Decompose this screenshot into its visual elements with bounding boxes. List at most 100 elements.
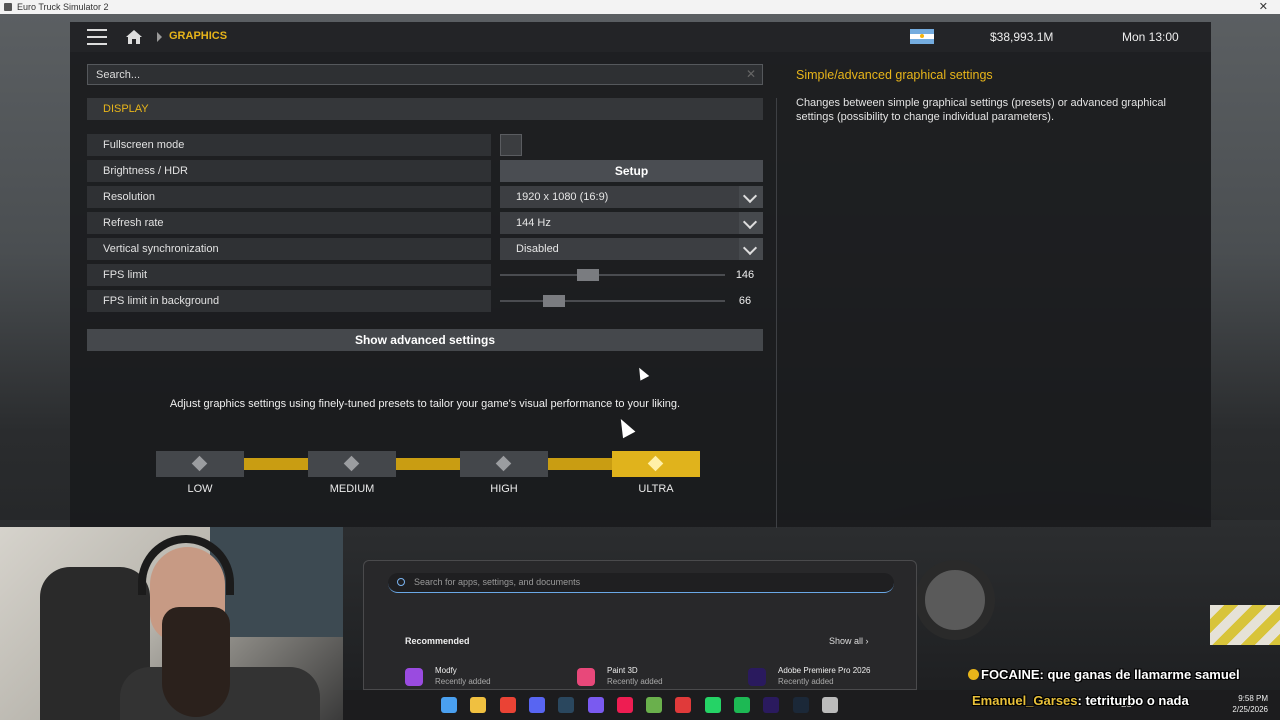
app-subtitle: Recently added: [435, 677, 491, 686]
recommended-app-modfy[interactable]: Modfy Recently added: [405, 666, 555, 688]
fps-limit-slider[interactable]: [500, 264, 725, 286]
setting-label: Refresh rate: [87, 212, 491, 234]
taskbar-date[interactable]: 2/25/2026: [1208, 705, 1268, 714]
chat-text: : que ganas de llamarme samuel: [1039, 667, 1240, 682]
file-explorer-icon[interactable]: [470, 697, 487, 713]
chevron-down-icon[interactable]: [739, 212, 763, 234]
chat-username: FOCAINE: [981, 667, 1040, 682]
record-icon[interactable]: [675, 697, 692, 713]
taskbar-time[interactable]: 9:58 PM: [1208, 694, 1268, 703]
setting-label: Brightness / HDR: [87, 160, 491, 182]
clear-icon[interactable]: ✕: [746, 67, 756, 81]
whatsapp-icon[interactable]: [704, 697, 721, 713]
preset-ultra[interactable]: [612, 451, 700, 477]
steam-icon-2[interactable]: [792, 697, 809, 713]
setting-row-brightness: Brightness / HDR Setup: [87, 160, 763, 182]
slider-track: [500, 300, 725, 302]
chat-text: : tetriturbo o nada: [1077, 693, 1189, 708]
window-title: Euro Truck Simulator 2: [17, 2, 109, 12]
fullscreen-checkbox[interactable]: [500, 134, 522, 156]
setting-row-vsync: Vertical synchronization Disabled: [87, 238, 763, 260]
recommended-app-paint3d[interactable]: Paint 3D Recently added: [577, 666, 727, 688]
dropdown-value: 1920 x 1080 (16:9): [516, 191, 609, 203]
resolution-dropdown[interactable]: 1920 x 1080 (16:9): [500, 186, 763, 208]
chat-badge-icon: [968, 669, 979, 680]
dropdown-value: 144 Hz: [516, 217, 551, 229]
chrome-icon[interactable]: [499, 697, 516, 713]
windows-start-icon[interactable]: [441, 697, 457, 713]
chevron-right-icon: [157, 32, 162, 42]
chat-message: FOCAINE: que ganas de llamarme samuel: [968, 667, 1240, 682]
setting-row-resolution: Resolution 1920 x 1080 (16:9): [87, 186, 763, 208]
app-name: Modfy: [435, 666, 457, 675]
webcam-overlay: [0, 527, 343, 720]
webcam-beard: [162, 607, 230, 717]
breadcrumb[interactable]: GRAPHICS: [169, 30, 227, 42]
section-header-display: DISPLAY: [87, 98, 763, 120]
top-bar: GRAPHICS $38,993.1M Mon 13:00: [70, 22, 1211, 52]
settings-icon[interactable]: [821, 697, 838, 713]
setting-row-refresh-rate: Refresh rate 144 Hz: [87, 212, 763, 234]
chevron-down-icon[interactable]: [739, 186, 763, 208]
dropdown-value: Disabled: [516, 243, 559, 255]
setting-label: Vertical synchronization: [87, 238, 491, 260]
preset-label-ultra: ULTRA: [638, 483, 674, 495]
show-advanced-settings-button[interactable]: Show advanced settings: [87, 329, 763, 351]
spotify-icon[interactable]: [734, 697, 750, 713]
hazard-stripe: [1210, 605, 1280, 645]
preset-selector: [156, 451, 701, 477]
preset-medium[interactable]: [308, 451, 396, 477]
help-title: Simple/advanced graphical settings: [796, 68, 993, 82]
money-display: $38,993.1M: [990, 30, 1054, 44]
start-search-input[interactable]: Search for apps, settings, and documents: [388, 573, 894, 593]
start-menu: Search for apps, settings, and documents…: [363, 560, 917, 690]
setting-label: Resolution: [87, 186, 491, 208]
show-all-button[interactable]: Show all ›: [829, 636, 869, 646]
apps-grid-icon[interactable]: [587, 697, 604, 713]
recommended-heading: Recommended: [405, 636, 470, 646]
chevron-down-icon[interactable]: [739, 238, 763, 260]
premiere-icon: [748, 668, 766, 686]
vsync-dropdown[interactable]: Disabled: [500, 238, 763, 260]
search-input[interactable]: Search... ✕: [87, 64, 763, 85]
refresh-rate-dropdown[interactable]: 144 Hz: [500, 212, 763, 234]
game-clock: Mon 13:00: [1122, 30, 1179, 44]
preset-label-medium: MEDIUM: [329, 483, 375, 495]
diamond-icon: [191, 455, 208, 472]
slider-track: [500, 274, 725, 276]
premiere-icon[interactable]: [763, 697, 780, 713]
search-placeholder: Search...: [96, 68, 141, 81]
slider-thumb[interactable]: [577, 269, 599, 281]
graphics-settings-panel: GRAPHICS $38,993.1M Mon 13:00 Search... …: [70, 22, 1211, 528]
setting-label: Fullscreen mode: [87, 134, 491, 156]
slider-value: 66: [738, 295, 752, 307]
setup-button[interactable]: Setup: [500, 160, 763, 182]
diamond-icon: [495, 455, 512, 472]
hamburger-menu-icon[interactable]: [87, 29, 107, 45]
preset-high[interactable]: [460, 451, 548, 477]
discord-icon[interactable]: [528, 697, 545, 713]
recommended-app-premiere[interactable]: Adobe Premiere Pro 2026 Recently added: [748, 666, 898, 688]
start-search-placeholder: Search for apps, settings, and documents: [414, 577, 581, 587]
slider-thumb[interactable]: [543, 295, 565, 307]
preset-low[interactable]: [156, 451, 244, 477]
window-close-icon[interactable]: ✕: [1259, 0, 1268, 13]
paint3d-icon: [577, 668, 595, 686]
preset-label-high: HIGH: [490, 483, 518, 495]
mod-icon[interactable]: [646, 697, 663, 713]
window-title-bar: Euro Truck Simulator 2 ✕: [0, 0, 1280, 14]
setting-label: FPS limit in background: [87, 290, 491, 312]
app-icon: [4, 3, 12, 11]
home-icon[interactable]: [125, 29, 143, 45]
chat-message: Emanuel_Garses: tetriturbo o nada: [972, 693, 1189, 708]
app-name: Paint 3D: [607, 666, 638, 675]
slider-value: 146: [735, 269, 755, 281]
setting-label: FPS limit: [87, 264, 491, 286]
setting-row-fps-limit: FPS limit 146: [87, 264, 763, 286]
panel-divider: [776, 98, 777, 528]
fps-background-slider[interactable]: [500, 290, 725, 312]
steam-icon[interactable]: [558, 697, 575, 713]
tiktok-icon[interactable]: [616, 697, 633, 713]
preset-connector: [244, 458, 308, 470]
app-name: Adobe Premiere Pro 2026: [778, 666, 871, 675]
